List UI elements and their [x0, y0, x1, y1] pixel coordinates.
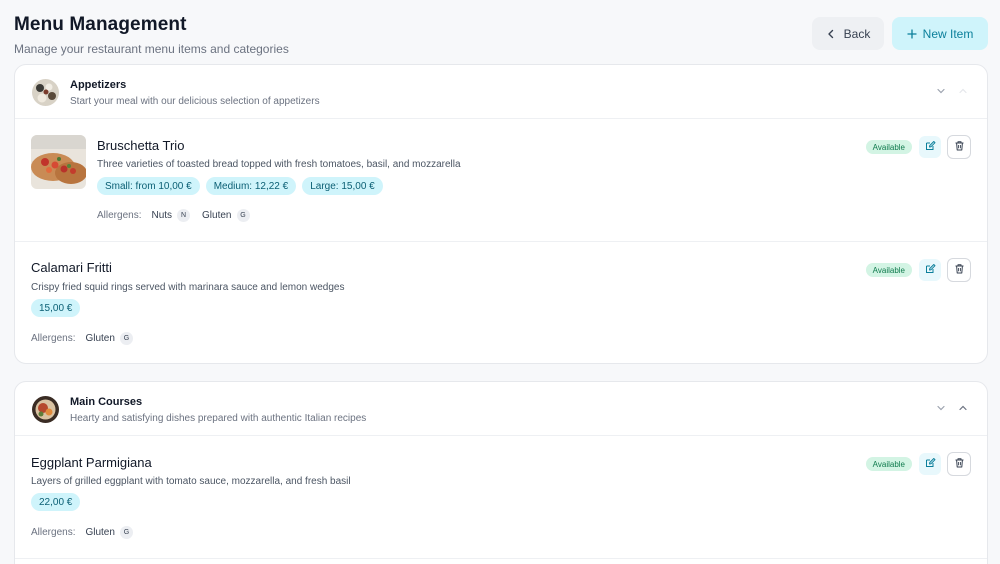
allergen-list: Allergens: Gluten G: [31, 526, 145, 539]
allergen-list: Allergens: Gluten G: [31, 332, 145, 345]
allergen-tag: Gluten G: [85, 332, 133, 345]
delete-button[interactable]: [947, 258, 971, 282]
allergen-code: G: [119, 526, 133, 539]
edit-icon: [925, 455, 936, 473]
new-item-button-label: New Item: [922, 26, 974, 41]
item-description: Layers of grilled eggplant with tomato s…: [31, 476, 351, 487]
price-chip: 15,00 €: [31, 299, 81, 317]
menu-item: Bruschetta Trio Three varieties of toast…: [15, 119, 987, 242]
allergens-label: Allergens:: [97, 210, 142, 221]
category-card-appetizers: Appetizers Start your meal with our deli…: [14, 64, 988, 364]
new-item-button[interactable]: New Item: [892, 17, 988, 50]
edit-button[interactable]: [919, 136, 941, 158]
allergen-code: G: [236, 209, 250, 222]
item-name: Calamari Fritti: [31, 260, 112, 275]
page-header: Menu Management Manage your restaurant m…: [14, 14, 988, 56]
price-list: Small: from 10,00 € Medium: 12,22 € Larg…: [97, 177, 383, 195]
price-chip: Small: from 10,00 €: [97, 177, 200, 195]
category-description: Start your meal with our delicious selec…: [70, 96, 320, 107]
chevron-up-icon[interactable]: [957, 85, 969, 97]
allergens-label: Allergens:: [31, 333, 76, 344]
chevron-up-icon[interactable]: [957, 402, 969, 414]
menu-item: Calamari Fritti Crispy fried squid rings…: [15, 242, 987, 363]
category-name: Main Courses: [70, 396, 143, 408]
category-header[interactable]: Appetizers Start your meal with our deli…: [15, 65, 987, 119]
category-avatar: [32, 79, 59, 106]
edit-button[interactable]: [919, 259, 941, 281]
item-description: Crispy fried squid rings served with mar…: [31, 282, 345, 293]
plus-icon: [907, 28, 917, 39]
header-actions: Back New Item: [812, 17, 988, 50]
allergen-name: Gluten: [202, 210, 232, 221]
edit-button[interactable]: [919, 453, 941, 475]
category-card-main-courses: Main Courses Hearty and satisfying dishe…: [14, 381, 988, 564]
category-header[interactable]: Main Courses Hearty and satisfying dishe…: [15, 382, 987, 436]
allergen-code: G: [119, 332, 133, 345]
category-description: Hearty and satisfying dishes prepared wi…: [70, 413, 367, 424]
item-name: Bruschetta Trio: [97, 138, 185, 153]
item-actions: Available: [865, 452, 971, 476]
delete-button[interactable]: [947, 135, 971, 159]
trash-icon: [954, 138, 965, 156]
status-badge: Available: [865, 457, 912, 471]
allergens-label: Allergens:: [31, 527, 76, 538]
back-button-label: Back: [843, 26, 871, 41]
price-chip: Medium: 12,22 €: [205, 177, 297, 195]
allergen-tag: Nuts N: [151, 209, 191, 222]
allergen-name: Gluten: [85, 333, 115, 344]
chevron-left-icon: [826, 29, 836, 39]
category-name: Appetizers: [70, 79, 127, 91]
allergen-tag: Gluten G: [202, 209, 250, 222]
edit-icon: [925, 261, 936, 279]
price-chip: 22,00 €: [31, 493, 81, 511]
item-name: Eggplant Parmigiana: [31, 455, 152, 470]
allergen-list: Allergens: Nuts N Gluten G: [97, 209, 262, 222]
price-list: 15,00 €: [31, 299, 81, 317]
item-actions: Available: [865, 135, 971, 159]
status-badge: Available: [865, 263, 912, 277]
trash-icon: [954, 455, 965, 473]
item-actions: Available: [865, 258, 971, 282]
allergen-code: N: [177, 209, 191, 222]
item-description: Three varieties of toasted bread topped …: [97, 159, 461, 170]
allergen-name: Nuts: [151, 210, 173, 221]
category-avatar: [32, 396, 59, 423]
delete-button[interactable]: [947, 452, 971, 476]
price-list: 22,00 €: [31, 493, 81, 511]
back-button[interactable]: Back: [812, 17, 884, 50]
trash-icon: [954, 261, 965, 279]
price-chip: Large: 15,00 €: [302, 177, 383, 195]
edit-icon: [925, 138, 936, 156]
item-image: [31, 135, 86, 189]
chevron-down-icon[interactable]: [935, 402, 947, 414]
allergen-name: Gluten: [85, 527, 115, 538]
status-badge: Available: [865, 140, 912, 154]
menu-item: Eggplant Parmigiana Layers of grilled eg…: [15, 436, 987, 559]
chevron-down-icon[interactable]: [935, 85, 947, 97]
allergen-tag: Gluten G: [85, 526, 133, 539]
